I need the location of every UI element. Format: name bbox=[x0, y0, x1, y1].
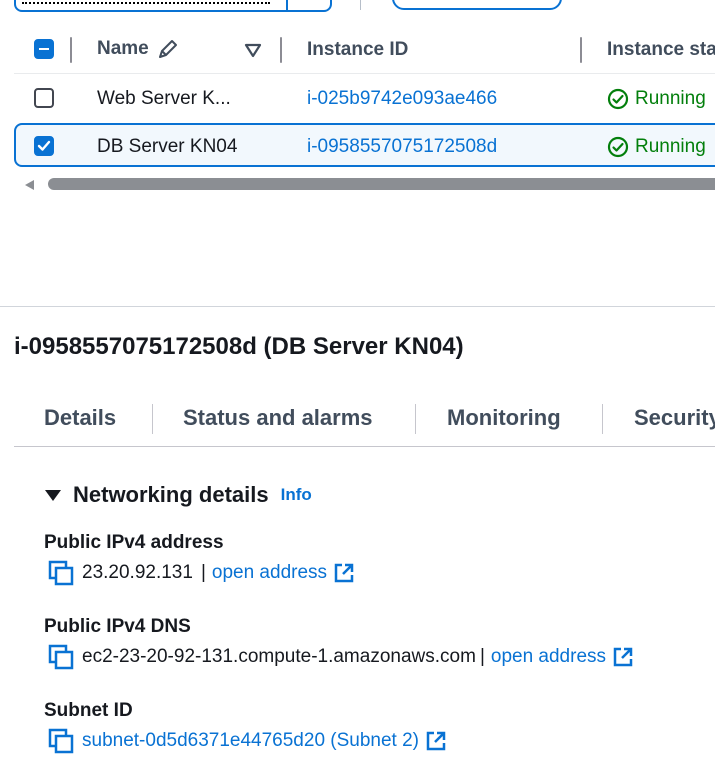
instance-name: Web Server K... bbox=[97, 88, 231, 109]
status-label: Running bbox=[635, 88, 706, 109]
select-all-checkbox[interactable] bbox=[34, 39, 54, 59]
copy-icon[interactable] bbox=[48, 560, 74, 586]
toolbar-button[interactable] bbox=[392, 0, 562, 10]
tab-divider bbox=[152, 404, 153, 434]
public-dns-row: ec2-23-20-92-131.compute-1.amazonaws.com… bbox=[48, 644, 634, 670]
public-ipv4-value: 23.20.92.131 bbox=[82, 562, 193, 583]
external-link-icon[interactable] bbox=[612, 646, 634, 668]
scroll-left-icon[interactable] bbox=[22, 178, 36, 192]
subnet-id-row: subnet-0d5d6371e44765d20 (Subnet 2) bbox=[48, 728, 447, 754]
check-circle-icon bbox=[607, 136, 629, 158]
separator-bar: | bbox=[479, 646, 485, 667]
open-address-link[interactable]: open address bbox=[212, 562, 327, 584]
tab-monitoring[interactable]: Monitoring bbox=[447, 405, 561, 431]
instance-id-link[interactable]: i-025b9742e093ae466 bbox=[307, 88, 497, 110]
status-badge: Running bbox=[607, 88, 706, 110]
public-ipv4-row: 23.20.92.131 | open address bbox=[48, 560, 355, 586]
info-link[interactable]: Info bbox=[281, 485, 312, 505]
split-panel-divider[interactable] bbox=[0, 306, 715, 307]
networking-section-toggle[interactable]: Networking details Info bbox=[44, 482, 312, 508]
copy-icon[interactable] bbox=[48, 728, 74, 754]
tab-divider bbox=[415, 404, 416, 434]
sort-desc-icon[interactable] bbox=[244, 42, 262, 58]
filter-input[interactable] bbox=[14, 0, 332, 12]
row-checkbox[interactable] bbox=[34, 136, 54, 156]
details-tabs: Details Status and alarms Monitoring Sec… bbox=[14, 390, 715, 447]
horizontal-scrollbar[interactable] bbox=[48, 178, 715, 190]
details-title: i-0958557075172508d (DB Server KN04) bbox=[14, 333, 464, 360]
status-label: Running bbox=[635, 136, 706, 157]
table-row-selected[interactable]: DB Server KN04 i-0958557075172508d Runni… bbox=[14, 123, 715, 167]
tab-status-and-alarms[interactable]: Status and alarms bbox=[183, 405, 373, 431]
public-dns-value: ec2-23-20-92-131.compute-1.amazonaws.com bbox=[82, 646, 476, 667]
check-circle-icon bbox=[607, 88, 629, 110]
status-badge: Running bbox=[607, 136, 706, 158]
checkmark-icon bbox=[37, 140, 51, 151]
external-link-icon[interactable] bbox=[425, 730, 447, 752]
public-dns-label: Public IPv4 DNS bbox=[44, 616, 191, 637]
caret-down-icon bbox=[45, 490, 61, 501]
column-header-name-label: Name bbox=[97, 38, 149, 59]
column-divider bbox=[280, 37, 282, 63]
section-title: Networking details bbox=[73, 482, 269, 507]
column-header-name[interactable]: Name bbox=[97, 38, 179, 60]
row-checkbox[interactable] bbox=[34, 88, 54, 108]
column-header-instance-state[interactable]: Instance sta bbox=[607, 39, 715, 61]
external-link-icon[interactable] bbox=[333, 562, 355, 584]
subnet-id-link[interactable]: subnet-0d5d6371e44765d20 (Subnet 2) bbox=[82, 730, 419, 752]
tab-divider bbox=[602, 404, 603, 434]
table-header: Name Instance ID Instance sta bbox=[14, 28, 715, 72]
tab-details[interactable]: Details bbox=[44, 405, 116, 431]
subnet-id-label: Subnet ID bbox=[44, 700, 133, 721]
open-address-link[interactable]: open address bbox=[491, 646, 606, 668]
column-header-instance-id[interactable]: Instance ID bbox=[307, 39, 408, 61]
instance-id-link[interactable]: i-0958557075172508d bbox=[307, 136, 497, 158]
instance-name: DB Server KN04 bbox=[97, 136, 238, 157]
column-divider bbox=[580, 37, 582, 63]
separator-bar: | bbox=[200, 562, 206, 583]
copy-icon[interactable] bbox=[48, 644, 74, 670]
table-row[interactable]: Web Server K... i-025b9742e093ae466 Runn… bbox=[14, 74, 715, 122]
public-ipv4-label: Public IPv4 address bbox=[44, 532, 224, 553]
pencil-icon bbox=[158, 40, 177, 58]
column-divider bbox=[70, 37, 72, 63]
toolbar-divider bbox=[360, 0, 361, 10]
tab-security[interactable]: Security bbox=[634, 405, 715, 431]
